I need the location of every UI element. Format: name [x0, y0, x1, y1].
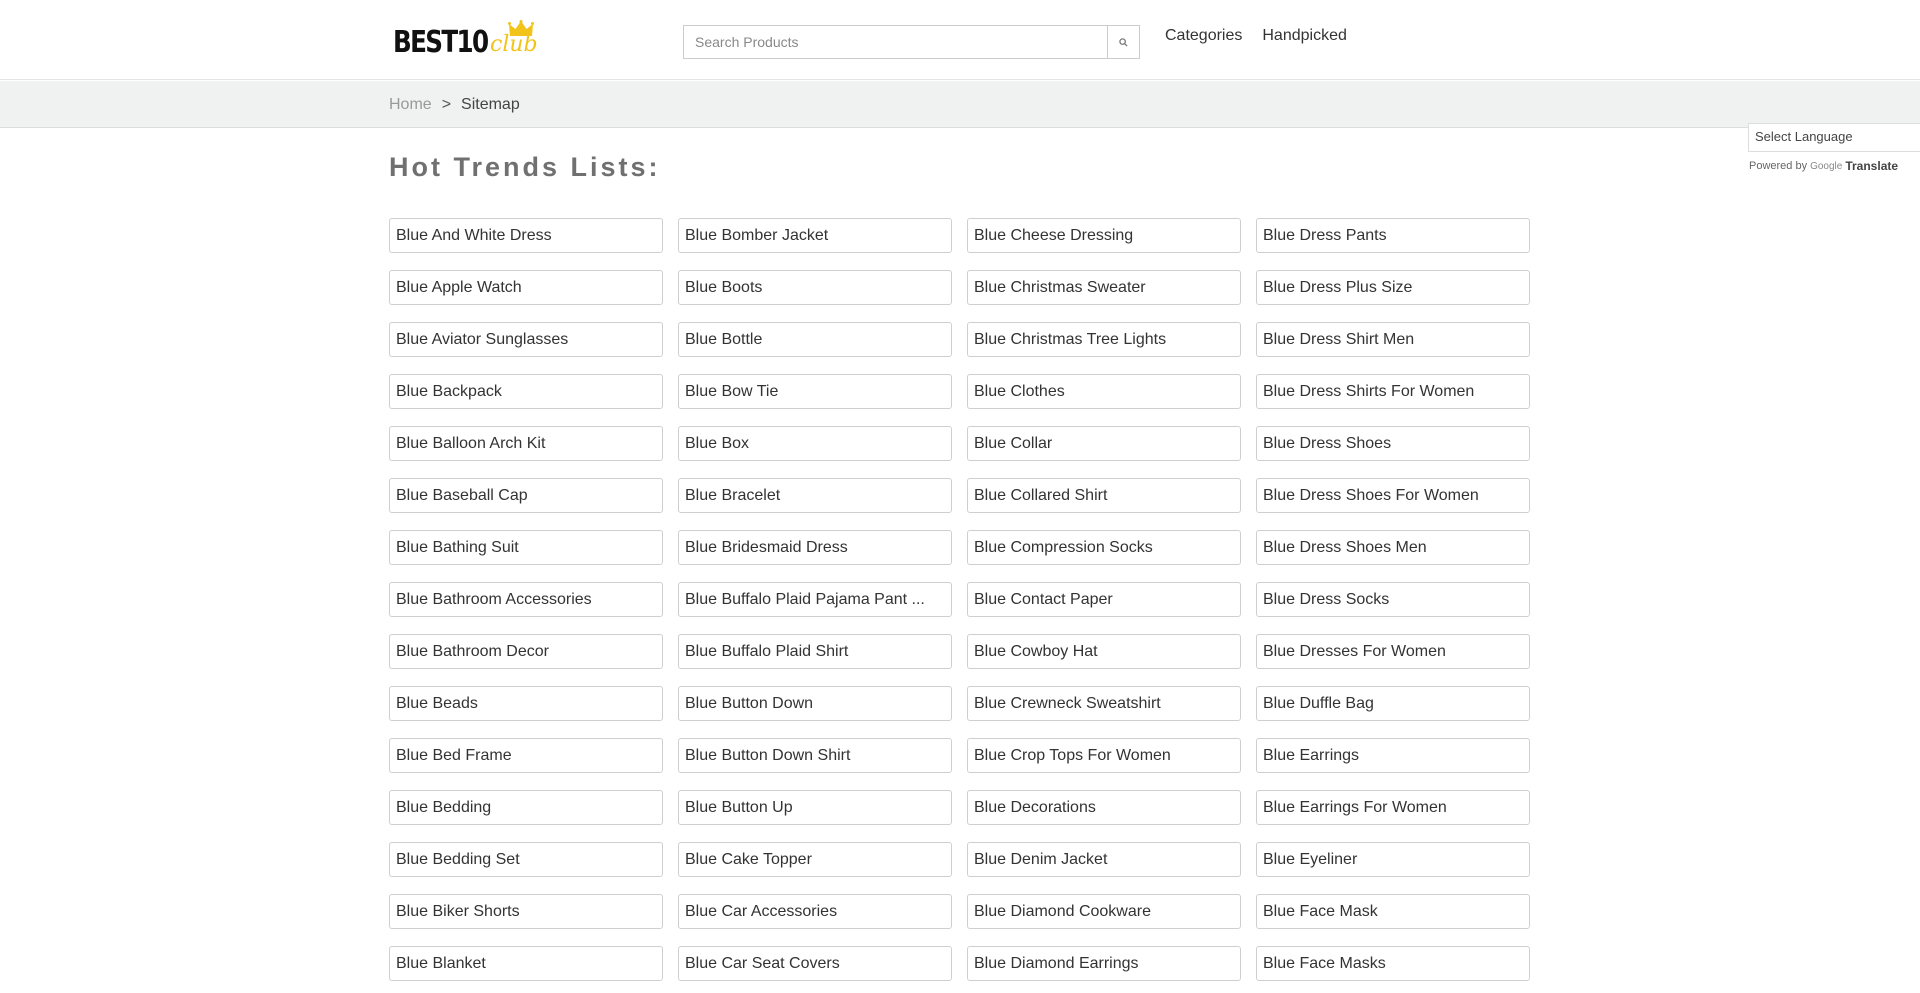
page-title: Hot Trends Lists: — [389, 152, 661, 182]
trend-list-item[interactable]: Blue Dress Shirt Men — [1256, 322, 1530, 357]
main-nav: Categories Handpicked — [1165, 27, 1347, 45]
trend-list-item[interactable]: Blue Earrings — [1256, 738, 1530, 773]
trend-list-item[interactable]: Blue Buffalo Plaid Pajama Pant ... — [678, 582, 952, 617]
trend-list-item[interactable]: Blue Button Down Shirt — [678, 738, 952, 773]
trend-list-item[interactable]: Blue Bow Tie — [678, 374, 952, 409]
trend-list-item[interactable]: Blue Biker Shorts — [389, 894, 663, 929]
powered-by-text: Powered by — [1749, 160, 1808, 172]
trend-list-item[interactable]: Blue Boots — [678, 270, 952, 305]
trend-list-item[interactable]: Blue Collared Shirt — [967, 478, 1241, 513]
nav-categories[interactable]: Categories — [1165, 27, 1242, 45]
trend-list-item[interactable]: Blue Backpack — [389, 374, 663, 409]
trend-list-item[interactable]: Blue Dress Shoes Men — [1256, 530, 1530, 565]
trend-list-item[interactable]: Blue Crop Tops For Women — [967, 738, 1241, 773]
site-header: BEST10 club Categories Handpicked — [0, 0, 1920, 80]
trend-list-item[interactable]: Blue And White Dress — [389, 218, 663, 253]
search-bar — [683, 25, 1140, 59]
trend-list-item[interactable]: Blue Denim Jacket — [967, 842, 1241, 877]
trend-list-item[interactable]: Blue Crewneck Sweatshirt — [967, 686, 1241, 721]
trend-list-item[interactable]: Blue Bathroom Accessories — [389, 582, 663, 617]
trend-list-item[interactable]: Blue Dresses For Women — [1256, 634, 1530, 669]
trend-list-item[interactable]: Blue Bottle — [678, 322, 952, 357]
logo-text-accent: club — [490, 32, 538, 57]
trend-list-item[interactable]: Blue Cowboy Hat — [967, 634, 1241, 669]
trend-list-item[interactable]: Blue Face Mask — [1256, 894, 1530, 929]
search-input[interactable] — [683, 25, 1107, 59]
translate-link[interactable]: Translate — [1845, 159, 1898, 173]
trend-list-item[interactable]: Blue Collar — [967, 426, 1241, 461]
trend-list-item[interactable]: Blue Christmas Tree Lights — [967, 322, 1241, 357]
breadcrumb-home-link[interactable]: Home — [389, 96, 432, 114]
trend-list-item[interactable]: Blue Earrings For Women — [1256, 790, 1530, 825]
trend-list-item[interactable]: Blue Aviator Sunglasses — [389, 322, 663, 357]
trend-list-item[interactable]: Blue Dress Shoes For Women — [1256, 478, 1530, 513]
trend-list-item[interactable]: Blue Decorations — [967, 790, 1241, 825]
trend-list-item[interactable]: Blue Dress Pants — [1256, 218, 1530, 253]
trend-list-item[interactable]: Blue Diamond Earrings — [967, 946, 1241, 981]
trend-list-item[interactable]: Blue Dress Shirts For Women — [1256, 374, 1530, 409]
trend-list-item[interactable]: Blue Box — [678, 426, 952, 461]
trend-list-item[interactable]: Blue Duffle Bag — [1256, 686, 1530, 721]
trend-list-item[interactable]: Blue Contact Paper — [967, 582, 1241, 617]
trend-list-item[interactable]: Blue Dress Plus Size — [1256, 270, 1530, 305]
trend-list-item[interactable]: Blue Beads — [389, 686, 663, 721]
logo-text-main: BEST10 — [393, 25, 489, 60]
trend-list-item[interactable]: Blue Bathing Suit — [389, 530, 663, 565]
trend-list-item[interactable]: Blue Cake Topper — [678, 842, 952, 877]
breadcrumb-bar: Home > Sitemap — [0, 81, 1920, 128]
trend-list-item[interactable]: Blue Car Seat Covers — [678, 946, 952, 981]
google-logo: Google — [1810, 160, 1843, 172]
trend-list-item[interactable]: Blue Bedding Set — [389, 842, 663, 877]
trend-list-item[interactable]: Blue Cheese Dressing — [967, 218, 1241, 253]
trend-list-item[interactable]: Blue Apple Watch — [389, 270, 663, 305]
breadcrumb: Home > Sitemap — [389, 96, 520, 114]
trend-list-item[interactable]: Blue Dress Shoes — [1256, 426, 1530, 461]
language-select[interactable]: Select Language — [1748, 123, 1920, 152]
trend-list-item[interactable]: Blue Diamond Cookware — [967, 894, 1241, 929]
trend-list-item[interactable]: Blue Dress Socks — [1256, 582, 1530, 617]
trend-list-item[interactable]: Blue Bed Frame — [389, 738, 663, 773]
trend-list-item[interactable]: Blue Bomber Jacket — [678, 218, 952, 253]
trend-list-item[interactable]: Blue Bridesmaid Dress — [678, 530, 952, 565]
nav-handpicked[interactable]: Handpicked — [1262, 27, 1347, 45]
trend-list-item[interactable]: Blue Balloon Arch Kit — [389, 426, 663, 461]
trend-list-item[interactable]: Blue Baseball Cap — [389, 478, 663, 513]
trend-list-item[interactable]: Blue Button Down — [678, 686, 952, 721]
trend-list-item[interactable]: Blue Compression Socks — [967, 530, 1241, 565]
trend-list-item[interactable]: Blue Bracelet — [678, 478, 952, 513]
trend-list-item[interactable]: Blue Button Up — [678, 790, 952, 825]
trends-grid: Blue And White Dress Blue Bomber Jacket Bl… — [389, 218, 1530, 981]
trend-list-item[interactable]: Blue Buffalo Plaid Shirt — [678, 634, 952, 669]
breadcrumb-current: Sitemap — [461, 96, 520, 113]
trend-list-item[interactable]: Blue Clothes — [967, 374, 1241, 409]
translate-attribution: Powered by Google Translate — [1748, 159, 1920, 173]
trend-list-item[interactable]: Blue Eyeliner — [1256, 842, 1530, 877]
search-icon — [1119, 37, 1128, 47]
search-button[interactable] — [1107, 25, 1140, 59]
trend-list-item[interactable]: Blue Blanket — [389, 946, 663, 981]
breadcrumb-separator: > — [441, 96, 452, 113]
trend-list-item[interactable]: Blue Face Masks — [1256, 946, 1530, 981]
trend-list-item[interactable]: Blue Bathroom Decor — [389, 634, 663, 669]
trend-list-item[interactable]: Blue Car Accessories — [678, 894, 952, 929]
trend-list-item[interactable]: Blue Christmas Sweater — [967, 270, 1241, 305]
google-translate-widget: Select Language Powered by Google Transl… — [1748, 123, 1920, 173]
site-logo[interactable]: BEST10 club — [393, 18, 538, 62]
trend-list-item[interactable]: Blue Bedding — [389, 790, 663, 825]
